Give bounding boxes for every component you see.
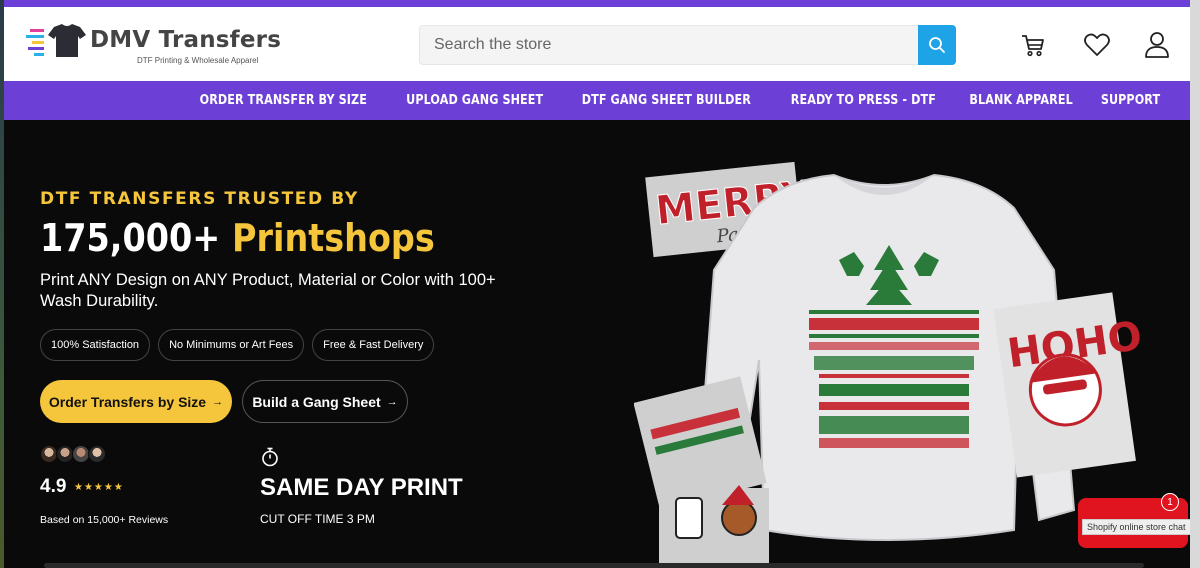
account-button[interactable] bbox=[1142, 30, 1172, 60]
build-gang-sheet-label: Build a Gang Sheet bbox=[252, 393, 381, 410]
milk-cookie-transfer bbox=[659, 485, 769, 566]
pill-no-minimums: No Minimums or Art Fees bbox=[158, 329, 305, 361]
rating-stars-icon: ★★★★★ bbox=[74, 482, 124, 493]
reviews-count: Based on 15,000+ Reviews bbox=[40, 514, 169, 526]
nav-item-dtf-gang-sheet-builder[interactable]: DTF GANG SHEET BUILDER bbox=[580, 93, 753, 108]
hero-eyebrow: DTF TRANSFERS TRUSTED BY bbox=[40, 189, 359, 209]
pill-free-delivery: Free & Fast Delivery bbox=[312, 329, 435, 361]
order-transfers-label: Order Transfers by Size bbox=[48, 393, 207, 410]
rating-value: 4.9 bbox=[40, 476, 67, 497]
search-bar bbox=[419, 25, 956, 65]
search-input[interactable] bbox=[420, 26, 918, 64]
cart-button[interactable] bbox=[1018, 30, 1048, 60]
browser-page: DMV Transfers DTF Printing & Wholesale A… bbox=[4, 0, 1190, 568]
user-icon bbox=[1145, 32, 1169, 58]
same-day-print-title: SAME DAY PRINT bbox=[260, 474, 463, 501]
pill-satisfaction: 100% Satisfaction bbox=[40, 329, 151, 361]
main-navigation: ORDER TRANSFER BY SIZE UPLOAD GANG SHEET D… bbox=[4, 81, 1190, 120]
cutoff-time: CUT OFF TIME 3 PM bbox=[260, 512, 375, 526]
chat-notification-badge: 1 bbox=[1161, 493, 1179, 511]
build-gang-sheet-button[interactable]: Build a Gang Sheet → bbox=[242, 380, 408, 423]
search-button[interactable] bbox=[918, 25, 956, 65]
wishlist-button[interactable] bbox=[1082, 30, 1112, 60]
vertical-scrollbar[interactable] bbox=[1190, 0, 1200, 568]
nav-item-support[interactable]: SUPPORT bbox=[1099, 93, 1162, 108]
hoho-santa-transfer: HOHO bbox=[993, 292, 1145, 478]
nav-item-order-transfer-by-size[interactable]: ORDER TRANSFER BY SIZE bbox=[198, 93, 369, 108]
logo[interactable]: DMV Transfers DTF Printing & Wholesale A… bbox=[26, 23, 286, 69]
nav-item-ready-to-press-dtf[interactable]: READY TO PRESS - DTF bbox=[789, 93, 938, 108]
logo-subtitle: DTF Printing & Wholesale Apparel bbox=[137, 56, 259, 65]
nav-item-blank-apparel[interactable]: BLANK APPAREL bbox=[968, 93, 1075, 108]
logo-title: DMV Transfers bbox=[90, 27, 282, 53]
chat-tooltip: Shopify online store chat bbox=[1082, 519, 1190, 535]
stopwatch-icon bbox=[262, 447, 278, 467]
cart-icon bbox=[1022, 35, 1044, 57]
hero-section: DTF TRANSFERS TRUSTED BY 175,000+ Prints… bbox=[4, 120, 1190, 568]
search-icon bbox=[929, 37, 945, 53]
headline-number: 175,000+ bbox=[40, 216, 221, 260]
headline-word: Printshops bbox=[231, 216, 435, 260]
hero-headline: 175,000+ Printshops bbox=[40, 216, 435, 260]
tshirt-logo-icon bbox=[26, 24, 86, 57]
order-transfers-button[interactable]: Order Transfers by Size → bbox=[40, 380, 232, 423]
feature-pills: 100% Satisfaction No Minimums or Art Fee… bbox=[40, 329, 435, 361]
nav-item-upload-gang-sheet[interactable]: UPLOAD GANG SHEET bbox=[404, 93, 545, 108]
arrow-right-icon: → bbox=[386, 395, 398, 408]
site-header: DMV Transfers DTF Printing & Wholesale A… bbox=[4, 7, 1190, 81]
top-accent-strip bbox=[4, 0, 1190, 7]
heart-icon bbox=[1084, 33, 1110, 56]
arrow-right-icon: → bbox=[212, 395, 224, 408]
sweater-product-image: MERRY Papa bbox=[634, 161, 1145, 566]
reviewer-avatars bbox=[40, 445, 106, 463]
avatar bbox=[88, 445, 106, 463]
horizontal-scrollbar[interactable] bbox=[44, 563, 1144, 568]
hero-description: Print ANY Design on ANY Product, Materia… bbox=[40, 271, 496, 310]
